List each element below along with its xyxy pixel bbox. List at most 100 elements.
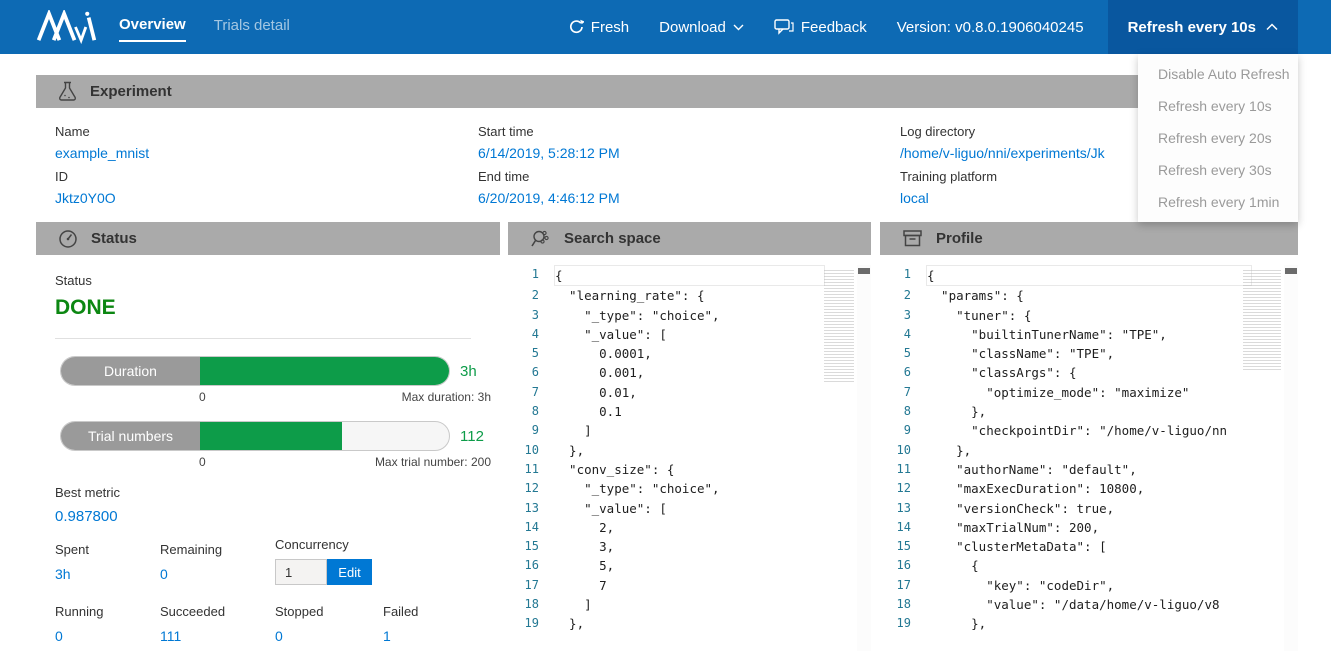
chevron-down-icon bbox=[733, 24, 744, 31]
refresh-menu-item[interactable]: Refresh every 20s bbox=[1138, 122, 1298, 154]
succeeded-count: Succeeded 111 bbox=[160, 599, 275, 644]
code-line: 4 "_value": [ bbox=[508, 325, 871, 344]
line-number: 15 bbox=[880, 537, 926, 556]
duration-bar-label: Duration bbox=[61, 357, 200, 385]
status-label: Status bbox=[55, 273, 490, 288]
line-number: 19 bbox=[880, 614, 926, 633]
spent-label: Spent bbox=[55, 542, 160, 557]
profile-panel-title: Profile bbox=[936, 230, 983, 247]
search-space-code-editor[interactable]: 1 { 2 "learning_rate": { 3 "_type": "cho… bbox=[508, 265, 871, 651]
refresh-menu-item[interactable]: Refresh every 30s bbox=[1138, 154, 1298, 186]
profile-panel-header: Profile bbox=[880, 222, 1298, 255]
nav-actions: Fresh Download Feedback Version: v0 bbox=[568, 0, 1331, 54]
code-text: 3, bbox=[554, 537, 871, 556]
stopped-value: 0 bbox=[275, 628, 383, 644]
experiment-field-start-time: Start time 6/14/2019, 5:28:12 PM bbox=[478, 124, 900, 161]
editor-scrollbar-thumb[interactable] bbox=[858, 268, 870, 274]
code-text: "maxExecDuration": 10800, bbox=[926, 479, 1298, 498]
experiment-field-end-time: End time 6/20/2019, 4:46:12 PM bbox=[478, 169, 900, 206]
succeeded-label: Succeeded bbox=[160, 604, 275, 619]
refresh-interval-label: Refresh every 10s bbox=[1128, 19, 1256, 36]
duration-value: 3h bbox=[460, 363, 477, 380]
code-line: 7 "optimize_mode": "maximize" bbox=[880, 383, 1298, 402]
field-label: ID bbox=[55, 169, 478, 184]
status-body: Status DONE Duration 3h 0 bbox=[36, 255, 500, 644]
code-text: { bbox=[926, 265, 1252, 286]
refresh-icon bbox=[568, 19, 584, 35]
line-number: 17 bbox=[880, 576, 926, 595]
feedback-icon bbox=[774, 19, 794, 35]
line-number: 5 bbox=[508, 344, 554, 363]
editor-scrollbar[interactable] bbox=[857, 265, 871, 651]
code-text: }, bbox=[926, 441, 1298, 460]
duration-bar-fill bbox=[200, 357, 449, 385]
refresh-interval-button[interactable]: Refresh every 10s bbox=[1108, 0, 1298, 54]
feedback-label: Feedback bbox=[801, 19, 867, 36]
trial-numbers-bar-fill bbox=[200, 422, 342, 450]
refresh-menu-item[interactable]: Refresh every 1min bbox=[1138, 186, 1298, 218]
nni-overview-page: Overview Trials detail Fresh Download bbox=[0, 0, 1331, 654]
code-line: 15 "clusterMetaData": [ bbox=[880, 537, 1298, 556]
profile-panel: Profile 1 { 2 "params": { bbox=[880, 222, 1298, 651]
concurrency-input[interactable] bbox=[275, 559, 327, 585]
editor-scrollbar[interactable] bbox=[1284, 265, 1298, 651]
line-number: 4 bbox=[508, 325, 554, 344]
stopped-count: Stopped 0 bbox=[275, 599, 383, 644]
profile-code-editor[interactable]: 1 { 2 "params": { 3 "tuner": { bbox=[880, 265, 1298, 651]
concurrency-edit-button[interactable]: Edit bbox=[327, 559, 372, 585]
line-number: 19 bbox=[508, 614, 554, 633]
code-line: 18 ] bbox=[508, 595, 871, 614]
experiment-column-2: Start time 6/14/2019, 5:28:12 PM End tim… bbox=[478, 116, 900, 206]
line-number: 14 bbox=[880, 518, 926, 537]
line-number: 3 bbox=[508, 306, 554, 325]
tab-trials-detail[interactable]: Trials detail bbox=[214, 13, 290, 41]
status-panel: Status Status DONE Duration 3h bbox=[36, 222, 500, 651]
field-value: example_mnist bbox=[55, 145, 478, 161]
trial-numbers-minmax: 0 Max trial number: 200 bbox=[199, 455, 491, 469]
code-line: 4 "builtinTunerName": "TPE", bbox=[880, 325, 1298, 344]
stopped-label: Stopped bbox=[275, 604, 383, 619]
fresh-button[interactable]: Fresh bbox=[568, 19, 629, 36]
code-line: 18 "value": "/data/home/v-liguo/v8 bbox=[880, 595, 1298, 614]
code-text: }, bbox=[926, 614, 1298, 633]
refresh-menu-item[interactable]: Disable Auto Refresh bbox=[1138, 58, 1298, 90]
line-number: 5 bbox=[880, 344, 926, 363]
code-text: { bbox=[926, 556, 1298, 575]
field-label: Start time bbox=[478, 124, 900, 139]
running-value: 0 bbox=[55, 628, 160, 644]
feedback-link[interactable]: Feedback bbox=[774, 19, 867, 36]
search-space-panel-header: Search space bbox=[508, 222, 871, 255]
tab-overview[interactable]: Overview bbox=[119, 12, 186, 42]
code-line: 9 "checkpointDir": "/home/v-liguo/nn bbox=[880, 421, 1298, 440]
duration-progress-bar: Duration bbox=[60, 356, 450, 386]
duration-bar-row: Duration 3h bbox=[60, 356, 490, 386]
code-line: 3 "_type": "choice", bbox=[508, 306, 871, 325]
line-number: 1 bbox=[508, 265, 554, 286]
download-menu-button[interactable]: Download bbox=[659, 19, 744, 36]
line-number: 6 bbox=[880, 363, 926, 382]
code-line: 19 }, bbox=[880, 614, 1298, 633]
code-text: 0.1 bbox=[554, 402, 871, 421]
failed-count: Failed 1 bbox=[383, 599, 490, 644]
code-line: 6 "classArgs": { bbox=[880, 363, 1298, 382]
experiment-panel-header: Experiment bbox=[36, 75, 1298, 108]
fresh-label: Fresh bbox=[591, 19, 629, 36]
code-text: "conv_size": { bbox=[554, 460, 871, 479]
trial-numbers-bar-label: Trial numbers bbox=[61, 422, 200, 450]
code-line: 1 { bbox=[508, 265, 871, 286]
code-line: 1 { bbox=[880, 265, 1298, 286]
duration-max-label: Max duration: 3h bbox=[402, 390, 491, 404]
code-line: 9 ] bbox=[508, 421, 871, 440]
code-line: 6 0.001, bbox=[508, 363, 871, 382]
line-number: 6 bbox=[508, 363, 554, 382]
line-number: 1 bbox=[880, 265, 926, 286]
code-text: "checkpointDir": "/home/v-liguo/nn bbox=[926, 421, 1298, 440]
code-text: }, bbox=[554, 614, 871, 633]
failed-value: 1 bbox=[383, 628, 490, 644]
search-space-panel: Search space 1 { 2 "learning_rate": { bbox=[508, 222, 871, 651]
code-line: 11 "authorName": "default", bbox=[880, 460, 1298, 479]
editor-scrollbar-thumb[interactable] bbox=[1285, 268, 1297, 274]
search-space-icon bbox=[530, 228, 551, 249]
line-number: 7 bbox=[880, 383, 926, 402]
refresh-menu-item[interactable]: Refresh every 10s bbox=[1138, 90, 1298, 122]
